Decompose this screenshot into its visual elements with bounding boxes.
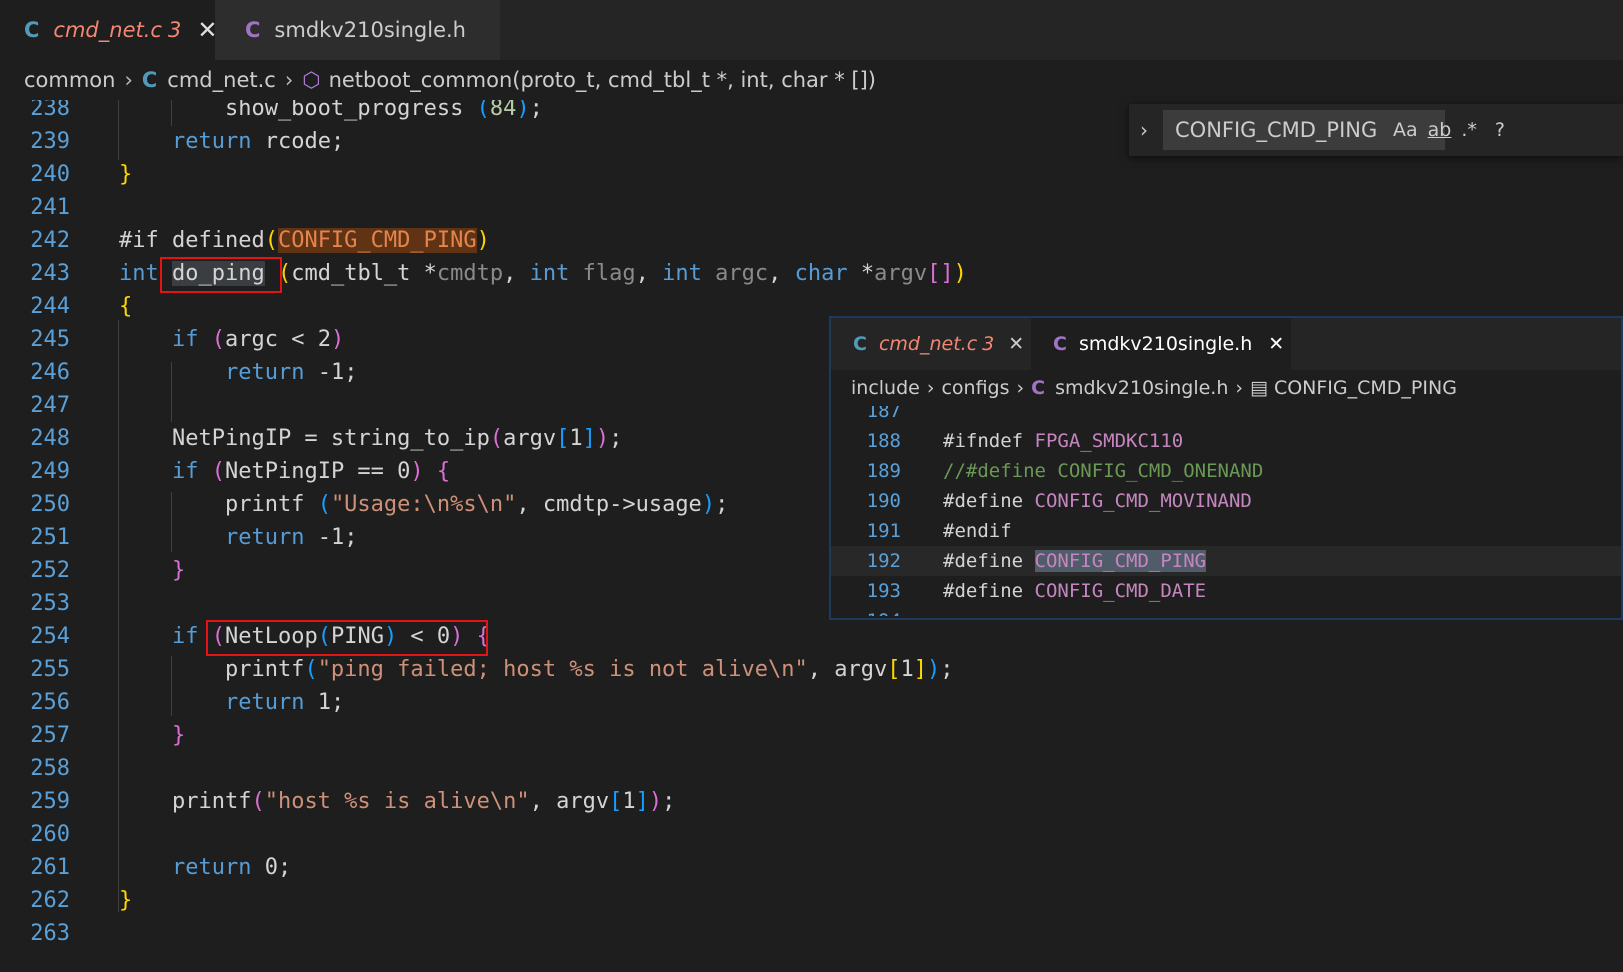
- code-line: 257 }: [30, 723, 186, 748]
- code-line: 240}: [30, 162, 133, 187]
- code-line: 242 #if defined(CONFIG_CMD_PING): [30, 228, 490, 253]
- chevron-right-icon: ›: [1016, 377, 1025, 399]
- chevron-right-icon: ›: [284, 68, 294, 92]
- peek-breadcrumb: include › configs › C smdkv210single.h ›…: [851, 370, 1457, 406]
- match-case-toggle[interactable]: Aa: [1393, 119, 1418, 141]
- chevron-right-icon: ›: [1235, 377, 1243, 399]
- peek-tab-cmd-net[interactable]: C cmd_net.c 3 ✕: [831, 318, 1031, 370]
- breadcrumb-symbol[interactable]: CONFIG_CMD_PING: [1274, 377, 1457, 399]
- constant-icon: ▤: [1249, 377, 1268, 399]
- chevron-right-icon: ›: [926, 377, 935, 399]
- cube-icon: ⬡: [302, 68, 321, 92]
- c-file-icon: C: [853, 333, 867, 355]
- code-line: 256 return 1;: [30, 690, 345, 715]
- code-line: 262}: [30, 888, 133, 913]
- code-line: 261 return 0;: [30, 855, 292, 880]
- c-file-icon: C: [24, 18, 40, 42]
- tab-label: cmd_net.c: [53, 18, 162, 42]
- breadcrumb-folder[interactable]: configs: [941, 377, 1009, 399]
- code-line: 263: [30, 921, 70, 946]
- problem-count-badge: 3: [167, 18, 182, 42]
- code-line: 259 printf("host %s is alive\n", argv[1]…: [30, 789, 676, 814]
- annotation-box-netloop: [206, 620, 488, 656]
- match-whole-word-toggle[interactable]: ab: [1428, 119, 1452, 141]
- code-line: 191 #endif: [866, 520, 1012, 542]
- code-line: 187: [866, 406, 901, 422]
- toggle-replace-chevron-icon[interactable]: ›: [1129, 118, 1159, 142]
- breadcrumb-folder[interactable]: include: [851, 377, 920, 399]
- code-line: 190 #define CONFIG_CMD_MOVINAND: [866, 490, 1252, 512]
- peek-tab-bar: C cmd_net.c 3 ✕ C smdkv210single.h ✕: [831, 318, 1621, 370]
- peek-definition-widget: C cmd_net.c 3 ✕ C smdkv210single.h ✕ inc…: [829, 316, 1623, 620]
- tab-smdkv210single[interactable]: C smdkv210single.h: [215, 0, 500, 60]
- code-line: 188 #ifndef FPGA_SMDKC110: [866, 430, 1184, 452]
- code-line: 193 #define CONFIG_CMD_DATE: [866, 580, 1207, 602]
- annotation-box-do-ping: [160, 257, 282, 293]
- breadcrumb-folder[interactable]: common: [24, 68, 115, 92]
- breadcrumb-file[interactable]: cmd_net.c: [167, 68, 276, 92]
- code-line: 189//#define CONFIG_CMD_ONENAND: [866, 460, 1264, 482]
- tab-label: smdkv210single.h: [274, 18, 466, 42]
- close-icon[interactable]: ✕: [1268, 333, 1284, 355]
- code-line: 258: [30, 756, 70, 781]
- breadcrumb: common › C cmd_net.c › ⬡ netboot_common(…: [0, 60, 1623, 100]
- find-widget: › CONFIG_CMD_PING Aa ab .* ?: [1129, 104, 1623, 156]
- close-icon[interactable]: ✕: [1008, 333, 1024, 355]
- help-icon[interactable]: ?: [1495, 119, 1505, 141]
- tab-label: cmd_net.c: [878, 333, 978, 355]
- breadcrumb-symbol[interactable]: netboot_common(proto_t, cmd_tbl_t *, int…: [329, 68, 876, 92]
- tab-cmd-net[interactable]: C cmd_net.c 3 ✕: [0, 0, 217, 60]
- code-line: 260: [30, 822, 70, 847]
- problem-count-badge: 3: [982, 333, 995, 355]
- c-file-icon: C: [1031, 377, 1046, 399]
- code-line: 255 printf("ping failed; host %s is not …: [30, 657, 954, 682]
- c-file-icon: C: [245, 18, 261, 42]
- use-regex-toggle[interactable]: .*: [1461, 119, 1477, 141]
- breadcrumb-file[interactable]: smdkv210single.h: [1055, 377, 1228, 399]
- peek-tab-smdkv210single[interactable]: C smdkv210single.h ✕: [1031, 318, 1291, 370]
- code-line: 194: [831, 606, 1621, 616]
- tab-bar: C cmd_net.c 3 ✕ C smdkv210single.h: [0, 0, 1623, 60]
- code-line: 241: [30, 195, 70, 220]
- code-line: 192 #define CONFIG_CMD_PING: [831, 546, 1621, 576]
- c-file-icon: C: [1053, 333, 1067, 355]
- tab-label: smdkv210single.h: [1078, 333, 1253, 355]
- c-file-icon: C: [141, 68, 158, 92]
- chevron-right-icon: ›: [124, 68, 133, 92]
- peek-code[interactable]: 187 188 #ifndef FPGA_SMDKC110 189//#defin…: [831, 406, 1621, 616]
